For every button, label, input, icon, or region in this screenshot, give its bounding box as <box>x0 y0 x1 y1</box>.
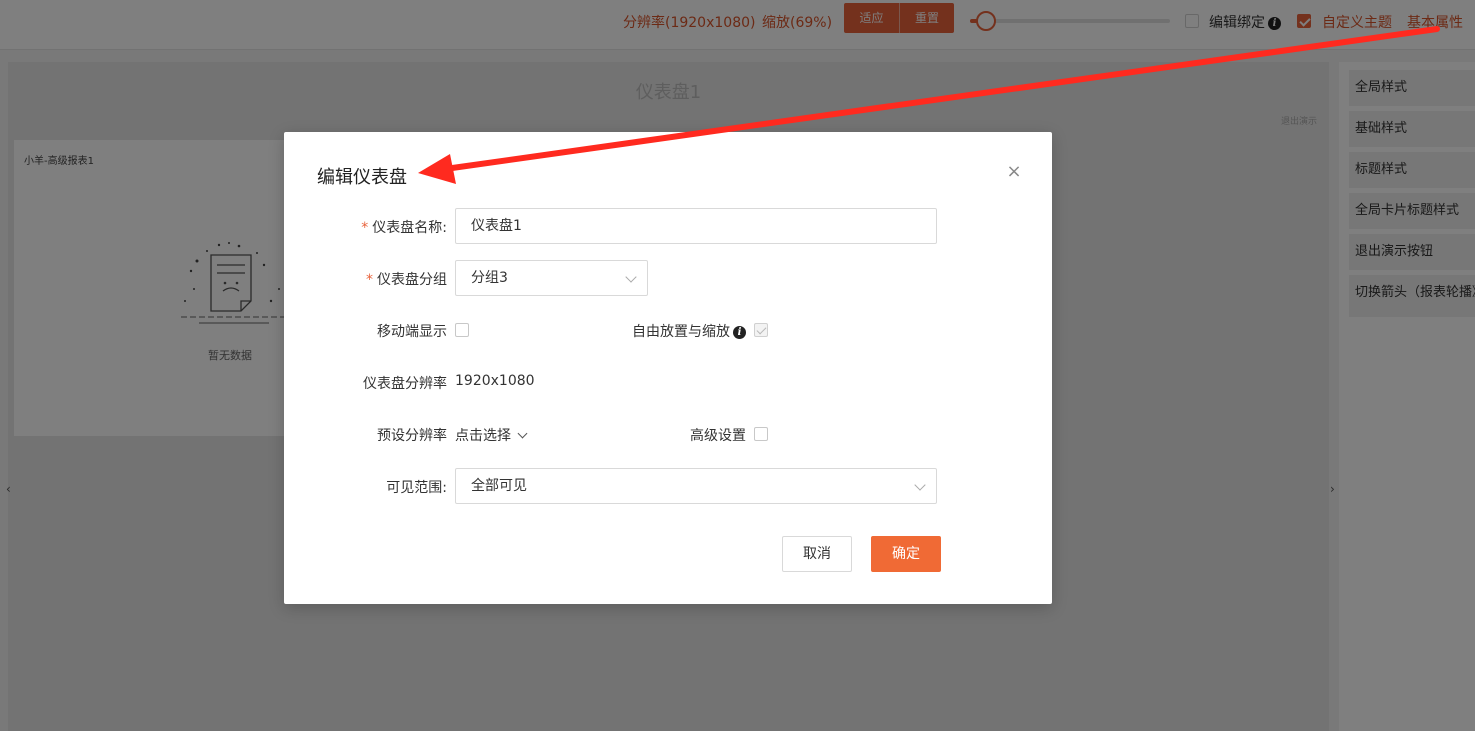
group-select[interactable]: 分组3 <box>455 260 648 296</box>
resolution-label: 仪表盘分辨率 <box>363 376 447 392</box>
free-layout-text: 自由放置与缩放 <box>632 324 730 340</box>
visibility-select-value: 全部可见 <box>471 478 527 494</box>
info-icon[interactable]: i <box>733 325 746 339</box>
required-mark: * <box>366 272 373 288</box>
confirm-button[interactable]: 确定 <box>871 536 941 572</box>
group-select-value: 分组3 <box>471 270 508 286</box>
required-mark: * <box>361 220 369 236</box>
cancel-button[interactable]: 取消 <box>782 536 852 572</box>
group-label: * 仪表盘分组 <box>366 269 447 289</box>
visibility-select[interactable]: 全部可见 <box>455 468 937 504</box>
preset-resolution-label: 预设分辨率 <box>377 428 447 444</box>
group-label-text: 仪表盘分组 <box>377 272 447 288</box>
close-icon[interactable]: × <box>1006 163 1022 181</box>
name-input[interactable]: 仪表盘1 <box>455 208 937 244</box>
advanced-settings-label: 高级设置 <box>690 428 746 444</box>
advanced-settings-checkbox[interactable] <box>754 427 768 441</box>
visibility-label: 可见范围: <box>386 480 447 496</box>
preset-resolution-value: 点击选择 <box>455 428 511 444</box>
resolution-value: 1920x1080 <box>455 373 535 389</box>
free-layout-label: 自由放置与缩放 i <box>632 321 746 341</box>
chevron-down-icon <box>517 428 528 439</box>
name-label-text: 仪表盘名称: <box>372 220 447 236</box>
edit-dashboard-dialog: 编辑仪表盘 × * 仪表盘名称: 仪表盘1 * 仪表盘分组 分组3 移动端显示 自由… <box>284 132 1052 604</box>
chevron-down-icon <box>914 479 926 491</box>
dialog-title: 编辑仪表盘 <box>317 167 407 188</box>
name-label: * 仪表盘名称: <box>361 217 447 237</box>
mobile-display-checkbox[interactable] <box>455 323 469 337</box>
mobile-display-label: 移动端显示 <box>377 324 447 340</box>
free-layout-checkbox[interactable] <box>754 323 768 337</box>
preset-resolution-dropdown[interactable]: 点击选择 <box>455 425 528 445</box>
chevron-down-icon <box>625 271 637 283</box>
